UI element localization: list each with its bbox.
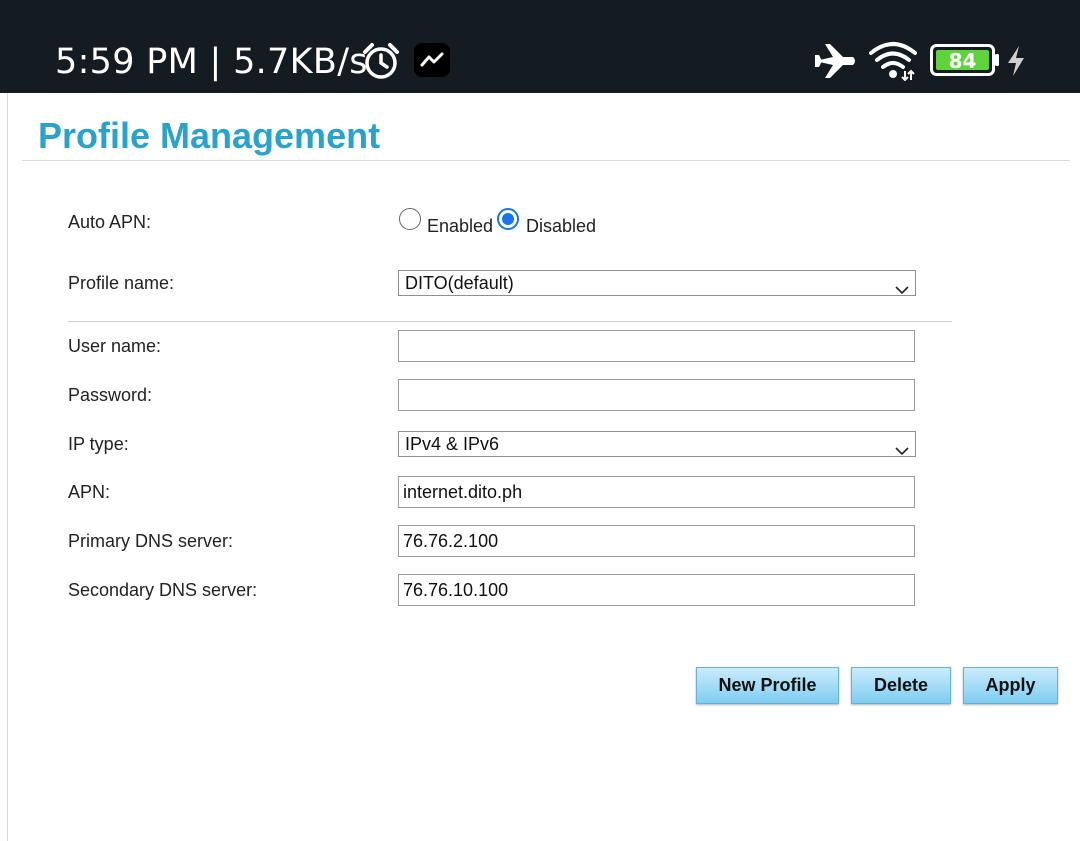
apn-label: APN: [68, 482, 111, 502]
new-profile-button[interactable]: New Profile [696, 667, 839, 704]
auto-apn-enabled-radio[interactable] [399, 208, 421, 230]
chevron-down-icon [895, 438, 909, 462]
airplane-mode-icon [813, 42, 857, 85]
messenger-icon [414, 43, 450, 82]
battery-level: 84 [948, 49, 977, 73]
delete-button[interactable]: Delete [851, 667, 951, 704]
apn-input[interactable] [398, 476, 915, 508]
page-border [7, 93, 8, 841]
profile-name-select[interactable]: DITO(default) [398, 270, 916, 296]
auto-apn-label: Auto APN: [68, 212, 152, 232]
status-bar: 5:59 PM | 5.7KB/s 84 [0, 0, 1080, 93]
wifi-icon [869, 41, 917, 86]
charging-bolt-icon [1005, 45, 1027, 82]
secondary-dns-label: Secondary DNS server: [68, 580, 258, 600]
ip-type-label: IP type: [68, 434, 129, 454]
auto-apn-disabled-radio[interactable] [497, 208, 519, 230]
title-divider [22, 160, 1070, 161]
user-name-label: User name: [68, 336, 162, 356]
page-title: Profile Management [38, 115, 381, 156]
primary-dns-input[interactable] [398, 525, 915, 557]
ip-type-select[interactable]: IPv4 & IPv6 [398, 431, 916, 457]
secondary-dns-input[interactable] [398, 574, 915, 606]
primary-dns-label: Primary DNS server: [68, 531, 234, 551]
chevron-down-icon [895, 277, 909, 301]
alarm-clock-icon [361, 42, 401, 85]
time-and-speed: 5:59 PM | 5.7KB/s [55, 42, 368, 82]
auto-apn-enabled-label[interactable]: Enabled [427, 215, 493, 237]
profile-name-value: DITO(default) [405, 273, 514, 293]
section-divider [68, 321, 952, 322]
ip-type-value: IPv4 & IPv6 [405, 434, 500, 454]
password-input[interactable] [398, 379, 915, 411]
user-name-input[interactable] [398, 330, 915, 362]
password-label: Password: [68, 385, 153, 405]
apply-button[interactable]: Apply [963, 667, 1058, 704]
profile-name-label: Profile name: [68, 273, 175, 293]
auto-apn-disabled-label[interactable]: Disabled [526, 215, 596, 237]
